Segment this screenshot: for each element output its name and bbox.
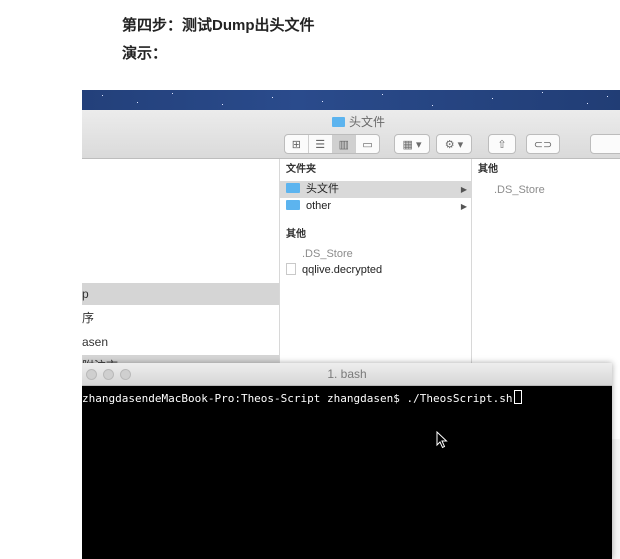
desktop-wallpaper <box>82 90 620 110</box>
file-row[interactable]: qqlive.decrypted <box>280 262 471 279</box>
search-field[interactable] <box>590 134 620 154</box>
sidebar-item[interactable]: asen <box>82 331 279 353</box>
column-header: 其他 <box>478 164 498 175</box>
folder-row[interactable]: 头文件 ▶ <box>280 181 471 198</box>
grid-view-icon[interactable]: ⊞ <box>285 135 309 153</box>
terminal-titlebar: 1. bash <box>82 363 612 386</box>
text-cursor <box>514 390 523 404</box>
list-view-icon[interactable]: ☰ <box>309 135 333 153</box>
file-row[interactable]: .DS_Store <box>280 245 471 262</box>
terminal-prompt-line: zhangdasendeMacBook-Pro:Theos-Script zha… <box>82 386 612 405</box>
column-header: 文件夹 <box>286 164 316 175</box>
share-button[interactable]: ⇧ <box>488 134 516 154</box>
arrange-button[interactable]: ▦ ▾ <box>394 134 430 154</box>
terminal-window[interactable]: 1. bash zhangdasendeMacBook-Pro:Theos-Sc… <box>82 363 612 559</box>
action-button[interactable]: ⚙ ▾ <box>436 134 472 154</box>
arrange-icon: ▦ ▾ <box>402 138 422 151</box>
column-view-icon[interactable]: ▥ <box>332 135 357 153</box>
document-icon <box>286 263 296 275</box>
tag-icon: ⊂⊃ <box>533 138 553 151</box>
demo-screenshot: 头文件 ⊞ ☰ ▥ ▭ ▦ ▾ ⚙ ▾ ⇧ ⊂⊃ p 序 asen 附注市 文件… <box>82 90 620 559</box>
sidebar-item[interactable]: 序 <box>82 307 279 329</box>
step-heading: 第四步：测试Dump出头文件 <box>122 17 315 34</box>
share-icon: ⇧ <box>497 138 507 151</box>
file-row[interactable]: .DS_Store <box>472 181 620 198</box>
folder-icon <box>286 200 300 210</box>
finder-window-title: 头文件 <box>332 113 385 130</box>
mouse-pointer-icon <box>436 431 448 449</box>
demo-label: 演示： <box>122 45 168 62</box>
folder-icon <box>332 117 345 127</box>
tag-button[interactable]: ⊂⊃ <box>526 134 560 154</box>
sidebar-item[interactable]: p <box>82 283 279 305</box>
folder-icon <box>286 183 300 193</box>
gear-icon: ⚙ ▾ <box>444 138 464 151</box>
others-header: 其他 <box>286 229 306 240</box>
coverflow-view-icon[interactable]: ▭ <box>356 135 379 153</box>
view-mode-selector[interactable]: ⊞ ☰ ▥ ▭ <box>284 134 380 154</box>
terminal-title: 1. bash <box>327 367 367 381</box>
disclosure-arrow-icon: ▶ <box>460 202 467 211</box>
finder-toolbar: 头文件 ⊞ ☰ ▥ ▭ ▦ ▾ ⚙ ▾ ⇧ ⊂⊃ <box>82 110 620 159</box>
folder-row[interactable]: other ▶ <box>280 198 471 215</box>
disclosure-arrow-icon: ▶ <box>460 185 467 194</box>
